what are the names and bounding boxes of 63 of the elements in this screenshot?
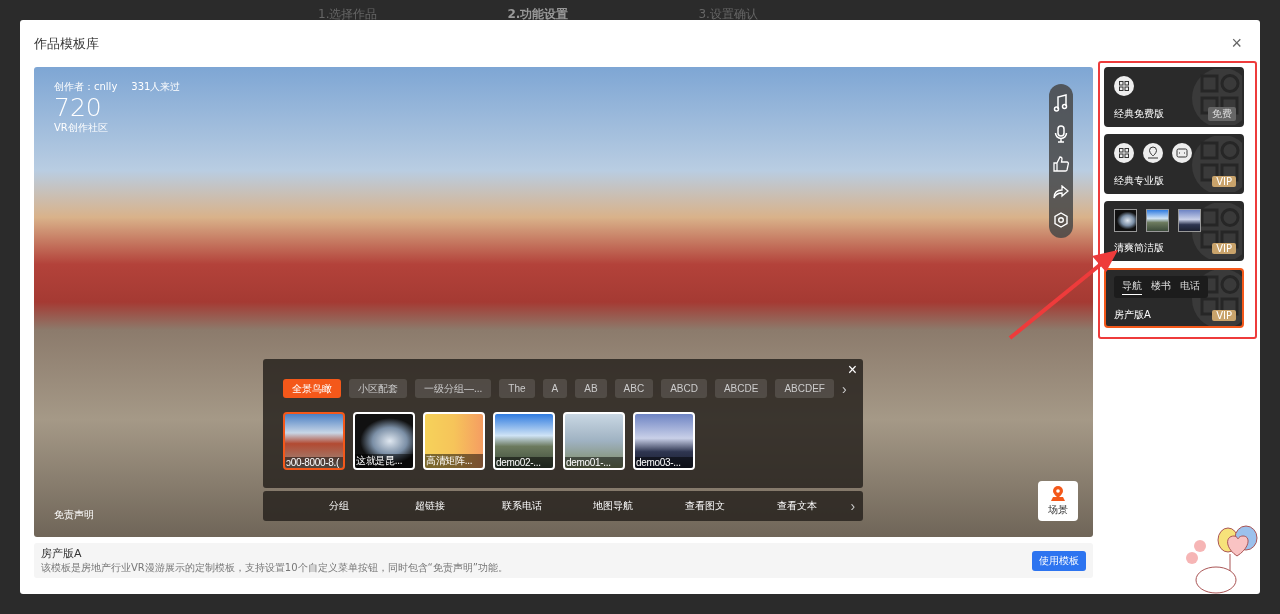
menu-item[interactable]: 超链接 <box>384 498 477 514</box>
step-label: 2.功能设置 <box>507 6 569 23</box>
close-button[interactable]: × <box>1227 33 1246 54</box>
visit-count: 331人来过 <box>131 80 181 94</box>
scene-thumbnail[interactable]: 高清矩阵... <box>423 412 485 470</box>
scene-thumbnail[interactable]: demo02-... <box>493 412 555 470</box>
menu-tab-label: 电话 <box>1180 279 1200 293</box>
template-name: 经典免费版 <box>1114 107 1164 121</box>
music-note-icon[interactable] <box>1053 94 1069 112</box>
logo-text: 720 <box>54 95 103 121</box>
mini-thumbnail <box>1114 208 1137 232</box>
group-tab[interactable]: AB <box>575 379 607 398</box>
group-tab[interactable]: ABCDEF <box>775 379 834 398</box>
menu-item[interactable]: 查看文本 <box>750 498 843 514</box>
settings-icon[interactable] <box>1053 212 1069 228</box>
group-tab[interactable]: ABC <box>614 379 654 398</box>
modal-title: 作品模板库 <box>34 34 99 53</box>
close-button[interactable]: × <box>845 361 859 379</box>
group-tab[interactable]: ABCDE <box>714 379 768 398</box>
mini-thumbnail <box>1178 208 1201 232</box>
group-tab[interactable]: A <box>542 379 568 398</box>
map-pin-icon <box>1143 143 1163 163</box>
template-card[interactable]: 导航 楼书 电话 房产版A VIP <box>1104 268 1244 328</box>
tier-badge: VIP <box>1212 309 1236 321</box>
menu-item[interactable]: 查看图文 <box>659 498 751 514</box>
scene-thumbnail[interactable]: demo03-... <box>633 412 695 470</box>
thumbs-up-icon[interactable] <box>1053 156 1069 172</box>
scene-thumbnail[interactable]: demo01-... <box>563 412 625 470</box>
share-arrow-icon[interactable] <box>1053 185 1069 199</box>
next-button[interactable]: › <box>841 380 847 397</box>
use-template-button[interactable]: 使用模板 <box>1032 550 1086 571</box>
location-pin-icon <box>1051 485 1065 501</box>
template-name: 清爽简洁版 <box>1114 241 1164 255</box>
template-name: 房产版A <box>1114 308 1151 322</box>
logo-subtitle: VR创作社区 <box>54 121 108 135</box>
grid-icon <box>1114 143 1134 163</box>
template-card[interactable]: 清爽简洁版 VIP <box>1104 201 1244 261</box>
template-name: 经典专业版 <box>1114 174 1164 188</box>
group-tab[interactable]: ABCD <box>661 379 707 398</box>
template-title: 房产版A <box>41 546 83 561</box>
menu-item[interactable]: 分组 <box>293 498 385 514</box>
group-tab[interactable]: 一级分组—... <box>415 379 492 398</box>
microphone-icon[interactable] <box>1054 125 1068 143</box>
author-text: 创作者：cnlly <box>54 80 118 94</box>
template-description: 该模板是房地产行业VR漫游展示的定制模板，支持设置10个自定义菜单按钮，同时包含“免责声明”功能。 <box>41 561 508 575</box>
tier-badge: VIP <box>1212 242 1236 254</box>
menu-item[interactable]: 地图导航 <box>567 498 660 514</box>
menu-tab-label: 楼书 <box>1151 279 1171 293</box>
tier-badge: VIP <box>1212 175 1236 187</box>
next-button[interactable]: › <box>842 498 864 514</box>
mini-thumbnail <box>1146 208 1169 232</box>
group-tab[interactable]: 小区配套 <box>349 379 407 398</box>
group-tab[interactable]: The <box>499 379 535 398</box>
scene-thumbnail[interactable]: ɔ00-8000-8.( <box>283 412 345 470</box>
tier-badge: 免费 <box>1208 107 1236 121</box>
disclaimer-link[interactable]: 免责声明 <box>54 508 94 522</box>
grid-icon <box>1114 76 1134 96</box>
menu-tab-label: 导航 <box>1122 279 1142 295</box>
scene-thumbnail[interactable]: 这就是昆... <box>353 412 415 470</box>
template-card[interactable]: 经典免费版 免费 <box>1104 67 1244 127</box>
scene-button[interactable]: 场景 <box>1038 481 1078 521</box>
menu-item[interactable]: 联系电话 <box>476 498 568 514</box>
template-card[interactable]: 经典专业版 VIP <box>1104 134 1244 194</box>
